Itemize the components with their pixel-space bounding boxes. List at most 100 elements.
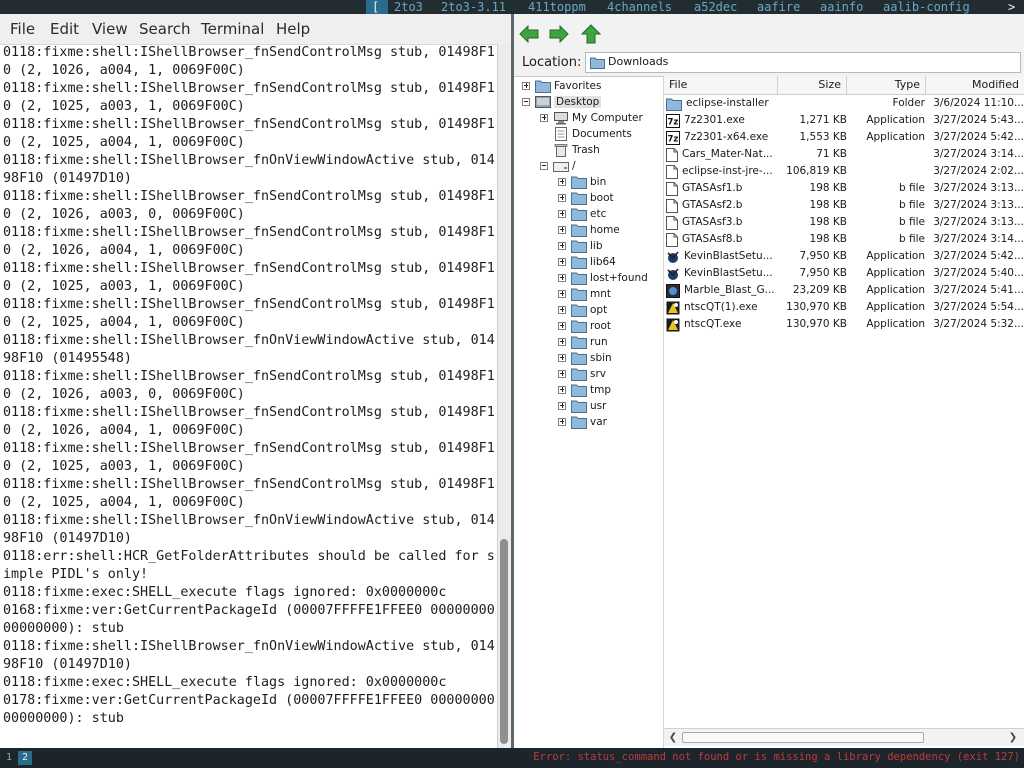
file-row[interactable]: ntscQT(1).exe 130,970 KB Application 3/27/2… [664, 299, 1024, 316]
file-row[interactable]: KevinBlastSetu... 7,950 KB Application 3/27… [664, 265, 1024, 282]
ntsc-file-icon [666, 318, 680, 332]
tree-node[interactable]: run [558, 334, 608, 350]
topbar-item[interactable]: 411toppm [528, 0, 586, 14]
menu-file[interactable]: File [10, 14, 35, 44]
file-modified: 3/27/2024 5:43... [933, 114, 1024, 126]
menu-search[interactable]: Search [139, 14, 191, 44]
expand-icon[interactable] [558, 274, 566, 282]
expand-icon[interactable] [558, 290, 566, 298]
ntsc-file-icon [666, 301, 680, 315]
file-name: 7z2301.exe [684, 114, 745, 126]
tree-node[interactable]: etc [558, 206, 606, 222]
terminal-scrollbar[interactable] [497, 44, 511, 748]
column-header-file[interactable]: File [664, 76, 778, 94]
tree-node[interactable]: srv [558, 366, 606, 382]
expand-icon[interactable] [558, 322, 566, 330]
expand-icon[interactable] [558, 306, 566, 314]
topbar-item[interactable]: a52dec [694, 0, 737, 14]
file-row[interactable]: 7z 7z2301-x64.exe 1,553 KB Application 3/27/… [664, 129, 1024, 146]
file-row[interactable]: ntscQT.exe 130,970 KB Application 3/27/2024… [664, 316, 1024, 333]
collapse-icon[interactable] [540, 162, 548, 170]
tree-node[interactable]: Documents [540, 126, 632, 142]
file-list-hscrollbar[interactable]: ❮ ❯ [664, 728, 1024, 746]
file-row[interactable]: eclipse-inst-jre-... 106,819 KB 3/27/2024 … [664, 163, 1024, 180]
topbar-item[interactable]: aafire [757, 0, 800, 14]
file-name-cell: KevinBlastSetu... [666, 265, 778, 282]
topbar-item[interactable]: aainfo [820, 0, 863, 14]
expand-icon[interactable] [558, 418, 566, 426]
collapse-icon[interactable] [522, 98, 530, 106]
expand-icon[interactable] [558, 210, 566, 218]
column-header-type[interactable]: Type [847, 76, 926, 94]
tree-node[interactable]: Favorites [522, 78, 601, 94]
tree-node[interactable]: Trash [540, 142, 600, 158]
hscroll-thumb[interactable] [682, 732, 924, 743]
file-row[interactable]: GTASAsf3.b 198 KB b file 3/27/2024 3:13... [664, 214, 1024, 231]
file-row[interactable]: GTASAsf2.b 198 KB b file 3/27/2024 3:13... [664, 197, 1024, 214]
file-row[interactable]: Marble_Blast_G... 23,209 KB Application 3/2… [664, 282, 1024, 299]
folder-icon [571, 191, 587, 205]
menu-help[interactable]: Help [276, 14, 310, 44]
tree-node[interactable]: lib [558, 238, 603, 254]
tree-node[interactable]: usr [558, 398, 606, 414]
tree-node[interactable]: sbin [558, 350, 612, 366]
tree-node[interactable]: var [558, 414, 607, 430]
tree-node[interactable]: / [540, 158, 576, 174]
expand-icon[interactable] [558, 258, 566, 266]
up-button[interactable] [580, 24, 602, 44]
menu-view[interactable]: View [92, 14, 128, 44]
topbar-item[interactable]: 2to3-3.11 [441, 0, 506, 14]
expand-icon[interactable] [558, 338, 566, 346]
forward-button[interactable] [548, 24, 570, 44]
tree-node[interactable]: opt [558, 302, 607, 318]
expand-icon[interactable] [540, 114, 548, 122]
menu-terminal[interactable]: Terminal [201, 14, 264, 44]
tree-node[interactable]: Desktop [522, 94, 602, 110]
menu-edit[interactable]: Edit [50, 14, 79, 44]
file-size: 106,819 KB [786, 165, 847, 177]
back-button[interactable] [518, 24, 540, 44]
topbar-item[interactable]: aalib-config [883, 0, 970, 14]
tree-node[interactable]: boot [558, 190, 614, 206]
file-row[interactable]: eclipse-installer Folder 3/6/2024 11:10... [664, 95, 1024, 112]
tree-node[interactable]: mnt [558, 286, 611, 302]
file-row[interactable]: GTASAsf8.b 198 KB b file 3/27/2024 3:14... [664, 231, 1024, 248]
expand-icon[interactable] [558, 370, 566, 378]
expand-icon[interactable] [558, 178, 566, 186]
workspace-1[interactable]: 1 [2, 751, 16, 765]
expand-icon[interactable] [558, 226, 566, 234]
workspace-2[interactable]: 2 [18, 751, 32, 765]
column-header-size[interactable]: Size [778, 76, 847, 94]
tree-node-label: srv [590, 368, 607, 380]
expand-icon[interactable] [558, 242, 566, 250]
terminal-scroll-thumb[interactable] [500, 539, 508, 744]
tree-node[interactable]: My Computer [540, 110, 643, 126]
file-name: Marble_Blast_G... [684, 284, 775, 296]
file-row[interactable]: KevinBlastSetu... 7,950 KB Application 3/27… [664, 248, 1024, 265]
location-combobox[interactable]: Downloads [585, 52, 1021, 73]
scroll-left-icon[interactable]: ❮ [666, 730, 680, 744]
column-header-modified[interactable]: Modified [926, 76, 1024, 94]
topbar-more[interactable]: > [1008, 0, 1015, 14]
expand-icon[interactable] [558, 386, 566, 394]
scroll-right-icon[interactable]: ❯ [1006, 730, 1020, 744]
computer-icon [553, 111, 569, 125]
expand-icon[interactable] [558, 402, 566, 410]
file-row[interactable]: GTASAsf1.b 198 KB b file 3/27/2024 3:13... [664, 180, 1024, 197]
terminal-output[interactable]: 0118:fixme:shell:IShellBrowser_fnSendCon… [0, 44, 497, 748]
file-row[interactable]: Cars_Mater-Nat... 71 KB 3/27/2024 3:14... [664, 146, 1024, 163]
expand-icon[interactable] [558, 354, 566, 362]
tree-node[interactable]: home [558, 222, 620, 238]
tree-node[interactable]: root [558, 318, 611, 334]
tree-node[interactable]: tmp [558, 382, 611, 398]
expand-icon[interactable] [522, 82, 530, 90]
file-row[interactable]: 7z 7z2301.exe 1,271 KB Application 3/27/2024… [664, 112, 1024, 129]
tree-node[interactable]: bin [558, 174, 606, 190]
file-size: 1,271 KB [799, 114, 848, 126]
tree-node[interactable]: lib64 [558, 254, 616, 270]
topbar-item[interactable]: 2to3 [394, 0, 423, 14]
expand-icon[interactable] [558, 194, 566, 202]
tree-node[interactable]: lost+found [558, 270, 648, 286]
topbar-item[interactable]: 4channels [607, 0, 672, 14]
